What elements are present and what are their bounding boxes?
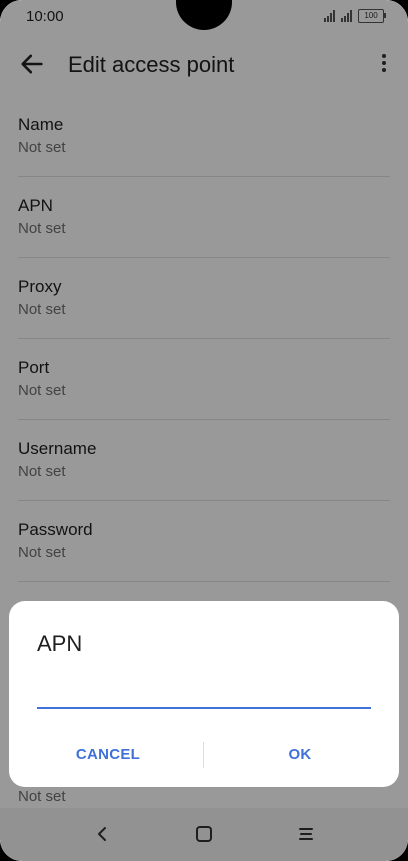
cancel-button[interactable]: CANCEL — [13, 735, 203, 775]
screen: 10:00 100 Edit access point Name Not set… — [0, 0, 408, 861]
dialog-title: APN — [37, 631, 83, 656]
apn-input[interactable] — [37, 677, 371, 709]
button-divider — [203, 742, 204, 768]
ok-button[interactable]: OK — [205, 735, 395, 775]
apn-dialog: APN CANCEL OK — [9, 601, 399, 787]
